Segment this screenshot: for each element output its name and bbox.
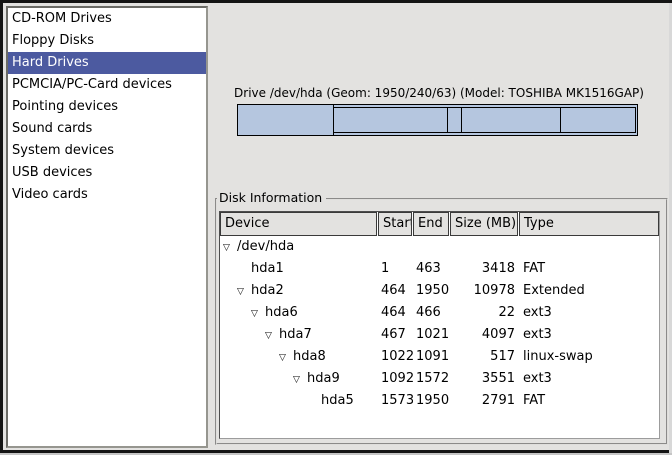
expander-icon[interactable]: ▽: [223, 237, 237, 258]
device-name: hda5: [321, 393, 354, 408]
size-mb: 3418: [450, 258, 519, 280]
expander-icon[interactable]: ▽: [293, 369, 307, 390]
device-name: hda6: [265, 305, 298, 320]
sidebar-item-video-cards[interactable]: Video cards: [8, 184, 206, 206]
end-cylinder: 466: [413, 302, 450, 324]
device-name: hda9: [307, 371, 340, 386]
expander-icon[interactable]: ▽: [265, 325, 279, 346]
size-mb: 2791: [450, 390, 519, 412]
size-mb: 10978: [450, 280, 519, 302]
start-cylinder: 1092: [378, 368, 413, 390]
sidebar-item-pointing-devices[interactable]: Pointing devices: [8, 96, 206, 118]
end-cylinder: 1950: [413, 390, 450, 412]
device-name: hda1: [251, 261, 284, 276]
end-cylinder: 1572: [413, 368, 450, 390]
size-mb: 4097: [450, 324, 519, 346]
fs-type: [519, 236, 659, 258]
table-row-hda2[interactable]: ▽hda2 464 1950 10978 Extended: [220, 280, 659, 302]
sidebar-item-system-devices[interactable]: System devices: [8, 140, 206, 162]
table-row-hda8[interactable]: ▽hda8 1022 1091 517 linux-swap: [220, 346, 659, 368]
sidebar-item-floppy-disks[interactable]: Floppy Disks: [8, 30, 206, 52]
column-header-device[interactable]: Device: [220, 212, 377, 236]
partition-bar-divider: [447, 108, 448, 132]
partition-bar-divider: [333, 108, 334, 132]
sidebar-item-pcmcia-pc-card-devices[interactable]: PCMCIA/PC-Card devices: [8, 74, 206, 96]
table-row-hda9[interactable]: ▽hda9 1092 1572 3551 ext3: [220, 368, 659, 390]
start-cylinder: 1022: [378, 346, 413, 368]
fs-type: linux-swap: [519, 346, 659, 368]
column-header-end[interactable]: End: [413, 212, 449, 236]
table-row-hda1[interactable]: hda1 1 463 3418 FAT: [220, 258, 659, 280]
sidebar-item-usb-devices[interactable]: USB devices: [8, 162, 206, 184]
fs-type: ext3: [519, 302, 659, 324]
expander-icon[interactable]: ▽: [279, 347, 293, 368]
device-category-list: CD-ROM DrivesFloppy DisksHard DrivesPCMC…: [6, 6, 208, 448]
device-name: hda8: [293, 349, 326, 364]
size-mb: 22: [450, 302, 519, 324]
partition-bar-divider: [461, 108, 462, 132]
device-name: hda7: [279, 327, 312, 342]
end-cylinder: 463: [413, 258, 450, 280]
column-header-start[interactable]: Start: [378, 212, 412, 236]
start-cylinder: 467: [378, 324, 413, 346]
partition-bar-divider: [560, 108, 561, 132]
table-row-hda7[interactable]: ▽hda7 467 1021 4097 ext3: [220, 324, 659, 346]
drive-title: Drive /dev/hda (Geom: 1950/240/63) (Mode…: [219, 86, 659, 100]
sidebar-item-cd-rom-drives[interactable]: CD-ROM Drives: [8, 8, 206, 30]
end-cylinder: 1021: [413, 324, 450, 346]
start-cylinder: 1: [378, 258, 413, 280]
column-header-size-mb-[interactable]: Size (MB): [450, 212, 518, 236]
partition-table: DeviceStartEndSize (MB)Type ▽/dev/hda hd…: [219, 211, 660, 439]
expander-icon[interactable]: ▽: [251, 303, 265, 324]
table-row-hda6[interactable]: ▽hda6 464 466 22 ext3: [220, 302, 659, 324]
disk-information-frame-label: Disk Information: [217, 190, 326, 205]
extended-partition-outline: [333, 107, 636, 133]
sidebar-item-sound-cards[interactable]: Sound cards: [8, 118, 206, 140]
fs-type: FAT: [519, 258, 659, 280]
fs-type: ext3: [519, 368, 659, 390]
size-mb: 3551: [450, 368, 519, 390]
column-header-type[interactable]: Type: [519, 212, 659, 236]
start-cylinder: 1573: [378, 390, 413, 412]
end-cylinder: [413, 236, 450, 258]
device-name: hda2: [251, 283, 284, 298]
end-cylinder: 1091: [413, 346, 450, 368]
size-mb: 517: [450, 346, 519, 368]
start-cylinder: 464: [378, 280, 413, 302]
device-name: /dev/hda: [237, 239, 294, 254]
size-mb: [450, 236, 519, 258]
start-cylinder: 464: [378, 302, 413, 324]
fs-type: FAT: [519, 390, 659, 412]
fs-type: ext3: [519, 324, 659, 346]
drive-partition-bar: [237, 104, 638, 136]
expander-icon[interactable]: ▽: [237, 281, 251, 302]
fs-type: Extended: [519, 280, 659, 302]
start-cylinder: [378, 236, 413, 258]
table-row-hda5[interactable]: hda5 1573 1950 2791 FAT: [220, 390, 659, 412]
partition-table-header: DeviceStartEndSize (MB)Type: [220, 212, 659, 236]
hardware-browser-window: CD-ROM DrivesFloppy DisksHard DrivesPCMC…: [0, 0, 672, 455]
partition-table-body: ▽/dev/hda hda1 1 463 3418 FAT ▽hda2 464 …: [220, 236, 659, 412]
table-row--dev-hda[interactable]: ▽/dev/hda: [220, 236, 659, 258]
end-cylinder: 1950: [413, 280, 450, 302]
sidebar-item-hard-drives[interactable]: Hard Drives: [8, 52, 206, 74]
